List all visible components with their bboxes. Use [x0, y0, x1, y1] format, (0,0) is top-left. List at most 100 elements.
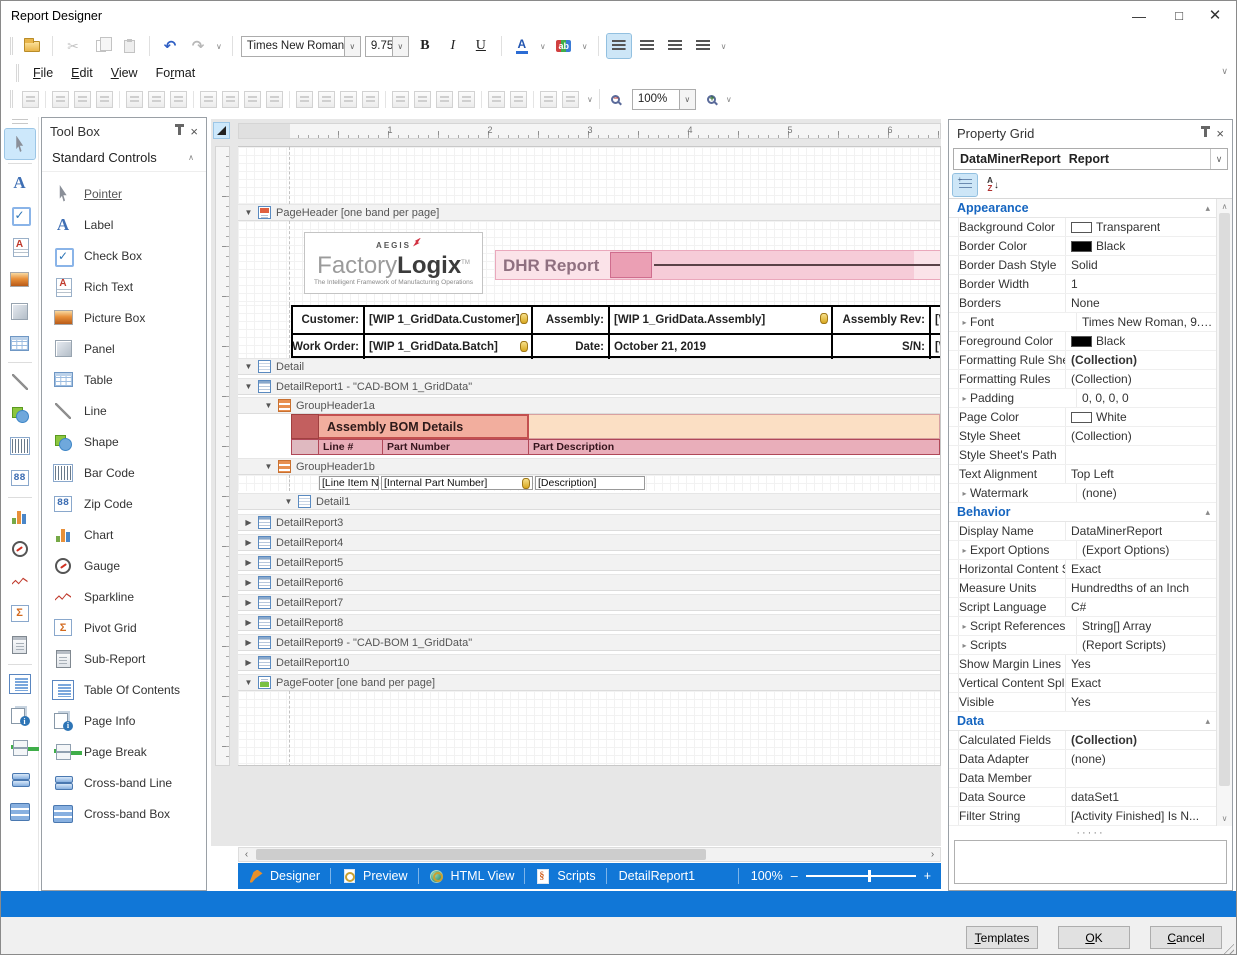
undo-dropdown-chevron-icon[interactable]: ∨	[214, 42, 224, 51]
property-row[interactable]: ▸ Show Margin Lines in Yes	[949, 655, 1216, 674]
collapse-triangle-icon[interactable]: ▼	[244, 382, 253, 391]
property-row[interactable]: ▸ Script References String[] Array	[949, 617, 1216, 636]
chevron-down-icon[interactable]: ∨	[679, 90, 695, 109]
align-tops-icon[interactable]	[126, 91, 143, 108]
view-tab[interactable]: Designer	[238, 863, 330, 889]
bom-title-extension[interactable]	[529, 414, 940, 439]
property-row[interactable]: ▸ Border Color Black	[949, 237, 1216, 256]
assembly-rev-value-cell[interactable]: [W	[931, 307, 941, 333]
property-row[interactable]: ▸ Style Sheet (Collection)	[949, 427, 1216, 446]
property-value-cell[interactable]: DataMinerReport	[1066, 524, 1216, 538]
strip-tool-button[interactable]	[5, 797, 35, 827]
category-collapse-icon[interactable]: ▴	[1205, 507, 1210, 518]
property-value-cell[interactable]: (Report Scripts)	[1077, 638, 1216, 652]
strip-tool-button[interactable]	[5, 463, 35, 493]
categorized-view-button[interactable]	[953, 174, 977, 196]
strip-grip[interactable]	[12, 119, 28, 124]
property-value-cell[interactable]: (Collection)	[1066, 733, 1216, 747]
band-collapsed[interactable]: ▶ DetailReport9 - "CAD-BOM 1_GridData"	[238, 634, 940, 651]
expand-arrow-icon[interactable]: ▸	[959, 622, 970, 631]
property-row[interactable]: ▸ Visible Yes	[949, 693, 1216, 712]
undo-button[interactable]: ↶	[158, 34, 182, 58]
strip-tool-button[interactable]	[5, 431, 35, 461]
dialog-button[interactable]: Templates	[966, 926, 1038, 949]
property-value-cell[interactable]: Black	[1066, 334, 1216, 348]
toolbox-item[interactable]: Page Break	[52, 736, 206, 767]
toolbar-grip[interactable]	[10, 90, 13, 108]
strip-tool-button[interactable]	[5, 200, 35, 230]
paste-button[interactable]	[117, 34, 141, 58]
property-row[interactable]: ▸ Borders None	[949, 294, 1216, 313]
property-row[interactable]: ▸ Border Dash Style Solid	[949, 256, 1216, 275]
work-order-value-cell[interactable]: [WIP 1_GridData.Batch]	[365, 333, 533, 359]
scrollbar-track[interactable]	[254, 848, 925, 861]
property-row[interactable]: ▸ Padding 0, 0, 0, 0	[949, 389, 1216, 408]
ruler-corner-button[interactable]	[214, 123, 229, 138]
increase-horizontal-spacing-icon[interactable]	[318, 91, 335, 108]
close-icon[interactable]: ×	[1216, 127, 1224, 140]
property-value-cell[interactable]: String[] Array	[1077, 619, 1216, 633]
toolbox-item[interactable]: Zip Code	[52, 488, 206, 519]
expand-triangle-icon[interactable]: ▶	[244, 518, 253, 527]
toolbar-grip[interactable]	[10, 37, 13, 55]
toolbox-item[interactable]: Table Of Contents	[52, 674, 206, 705]
pagefooter-content[interactable]	[238, 691, 940, 766]
align-middles-icon[interactable]	[148, 91, 165, 108]
toolbox-item[interactable]: Picture Box	[52, 302, 206, 333]
header-info-table[interactable]: Customer: [WIP 1_GridData.Customer] Asse…	[291, 305, 941, 358]
collapse-triangle-icon[interactable]: ▼	[244, 678, 253, 687]
remove-horizontal-spacing-icon[interactable]	[362, 91, 379, 108]
strip-tool-button[interactable]	[5, 129, 35, 159]
selection-handle-box[interactable]	[610, 252, 652, 278]
toolbox-item[interactable]: Line	[52, 395, 206, 426]
property-value-cell[interactable]: Exact	[1066, 562, 1216, 576]
strip-tool-button[interactable]	[5, 534, 35, 564]
scroll-left-icon[interactable]: ‹	[239, 849, 254, 860]
chevron-down-icon[interactable]: ∨	[1210, 149, 1227, 169]
property-row[interactable]: ▸ Export Options (Export Options)	[949, 541, 1216, 560]
toolbox-item[interactable]: Pivot Grid	[52, 612, 206, 643]
band-collapsed[interactable]: ▶ DetailReport3	[238, 514, 940, 531]
property-category-header[interactable]: Data ▴	[949, 712, 1216, 731]
logo-picture-box[interactable]: AEGIS FactoryLogixTM The Intelligent Fra…	[304, 232, 483, 294]
property-row[interactable]: ▸ Horizontal Content S Exact	[949, 560, 1216, 579]
property-value-cell[interactable]: (none)	[1066, 752, 1216, 766]
expand-triangle-icon[interactable]: ▶	[244, 638, 253, 647]
property-row[interactable]: ▸ Border Width 1	[949, 275, 1216, 294]
snap-to-grid-icon[interactable]	[22, 91, 39, 108]
category-collapse-icon[interactable]: ▴	[1205, 203, 1210, 214]
highlight-color-button[interactable]: ab	[552, 34, 576, 58]
strip-tool-button[interactable]	[5, 328, 35, 358]
align-left-button[interactable]	[607, 34, 631, 58]
zoom-slider-thumb[interactable]	[868, 870, 871, 882]
assembly-rev-label-cell[interactable]: Assembly Rev:	[833, 307, 931, 333]
report-page[interactable]: ▼ PageHeader [one band per page] AEGIS F…	[238, 146, 941, 766]
font-name-combo[interactable]: Times New Roman ∨	[241, 36, 361, 57]
property-grid-scrollbar[interactable]: ∧ ∨	[1216, 199, 1232, 826]
property-row[interactable]: ▸ Page Color White	[949, 408, 1216, 427]
strip-tool-button[interactable]	[5, 296, 35, 326]
band-pagefooter[interactable]: ▼ PageFooter [one band per page]	[238, 674, 940, 691]
property-row[interactable]: ▸ Formatting Rules (Collection)	[949, 370, 1216, 389]
strip-tool-button[interactable]	[5, 502, 35, 532]
band-groupheader1b[interactable]: ▼ GroupHeader1b	[238, 458, 940, 475]
menu-item[interactable]: View	[102, 63, 147, 83]
date-value-cell[interactable]: October 21, 2019	[610, 333, 833, 359]
property-value-cell[interactable]: (Collection)	[1066, 353, 1216, 367]
collapse-triangle-icon[interactable]: ▼	[244, 362, 253, 371]
dialog-button[interactable]: Cancel	[1150, 926, 1222, 949]
toolbox-item[interactable]: Label	[52, 209, 206, 240]
toolbox-item[interactable]: Bar Code	[52, 457, 206, 488]
property-row[interactable]: ▸ Formatting Rule She (Collection)	[949, 351, 1216, 370]
property-value-cell[interactable]: Times New Roman, 9.7...	[1077, 315, 1216, 329]
band-collapsed[interactable]: ▶ DetailReport7	[238, 594, 940, 611]
property-row[interactable]: ▸ Data Source dataSet1	[949, 788, 1216, 807]
align-center-button[interactable]	[635, 34, 659, 58]
pin-icon[interactable]	[178, 127, 181, 135]
property-row[interactable]: ▸ Text Alignment Top Left	[949, 465, 1216, 484]
property-row[interactable]: ▸ Data Adapter (none)	[949, 750, 1216, 769]
toolbox-item[interactable]: Cross-band Line	[52, 767, 206, 798]
report-title-label[interactable]: DHR Report	[495, 250, 941, 280]
equal-horizontal-spacing-icon[interactable]	[296, 91, 313, 108]
toolbox-item[interactable]: Panel	[52, 333, 206, 364]
